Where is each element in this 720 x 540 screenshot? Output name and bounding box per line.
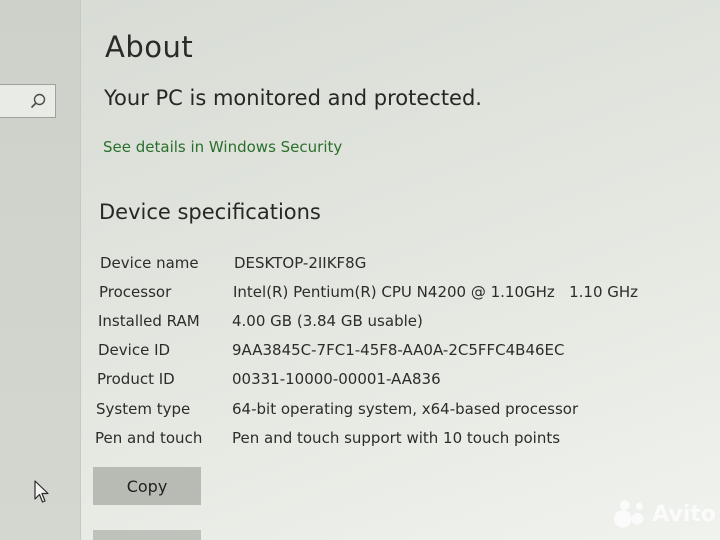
protection-status-text: Your PC is monitored and protected. [104, 86, 482, 110]
settings-window: About Your PC is monitored and protected… [0, 0, 720, 540]
spec-value: Pen and touch support with 10 touch poin… [232, 429, 561, 447]
page-title: About [105, 30, 194, 64]
spec-value: 64-bit operating system, x64-based proce… [232, 400, 579, 418]
search-icon[interactable] [29, 92, 47, 110]
avito-watermark: Avito [612, 496, 716, 532]
spec-label: Product ID [97, 370, 175, 388]
spec-label: Device ID [98, 341, 171, 359]
spec-label: Pen and touch [95, 429, 203, 447]
windows-security-link[interactable]: See details in Windows Security [103, 138, 342, 156]
spec-label: Processor [99, 283, 172, 301]
copy-button[interactable]: Copy [93, 467, 201, 505]
spec-value: DESKTOP-2IIKF8G [234, 254, 367, 272]
spec-value: 00331-10000-00001-AA836 [232, 370, 441, 388]
next-button-partial[interactable] [93, 530, 201, 540]
avito-logo-icon [613, 500, 644, 528]
spec-value: 9AA3845C-7FC1-45F8-AA0A-2C5FFC4B46EC [232, 341, 565, 359]
device-specifications-heading: Device specifications [99, 200, 321, 224]
spec-value: Intel(R) Pentium(R) CPU N4200 @ 1.10GHz … [233, 283, 639, 301]
mouse-cursor-icon [34, 480, 49, 503]
spec-label: Installed RAM [98, 312, 200, 330]
settings-sidebar [0, 0, 81, 540]
spec-label: Device name [100, 254, 199, 272]
settings-search-input[interactable] [0, 84, 56, 118]
spec-label: System type [96, 400, 191, 418]
avito-watermark-text: Avito [652, 501, 716, 527]
spec-value: 4.00 GB (3.84 GB usable) [232, 312, 423, 330]
